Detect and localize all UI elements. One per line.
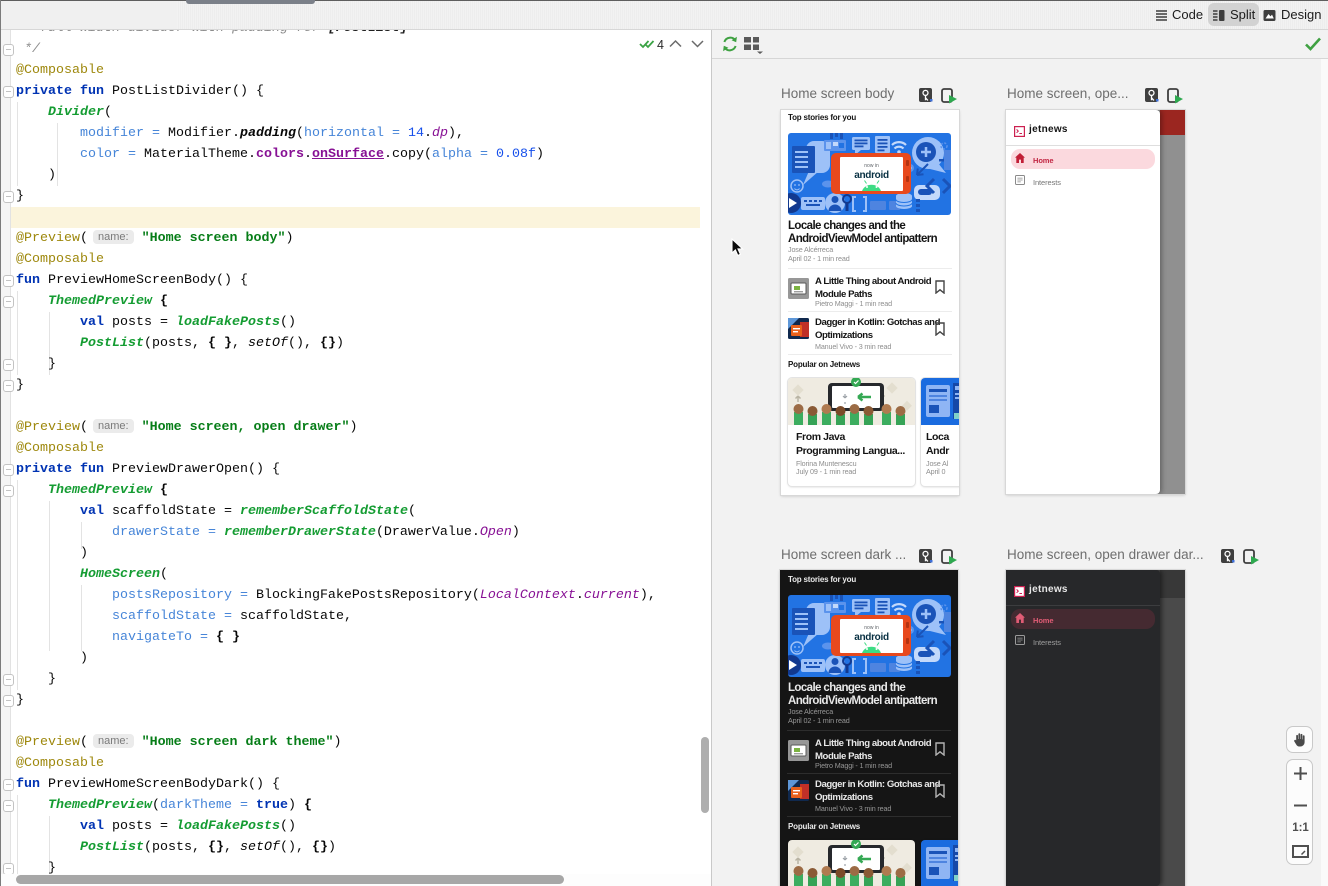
svg-text:4: 4: [657, 38, 664, 52]
svg-text:1:1: 1:1: [1292, 822, 1309, 834]
